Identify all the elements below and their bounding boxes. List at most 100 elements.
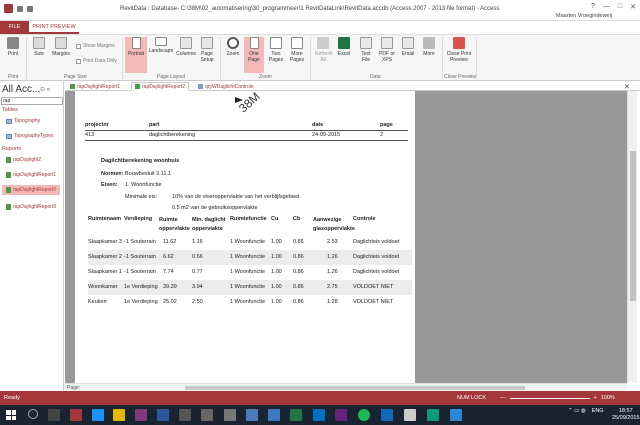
vertical-scrollbar[interactable]	[627, 91, 637, 383]
windows-taskbar: ⌃ ▭ ◍ ENG 18:57 25/09/2015	[0, 405, 640, 425]
maximize-button[interactable]: □	[618, 3, 622, 11]
app-icon[interactable]	[427, 409, 439, 421]
nav-item-topographytypes[interactable]: TopographyTypes	[6, 133, 53, 139]
nav-item-topography[interactable]: Topography	[6, 118, 40, 124]
nav-section-tables[interactable]: Tables	[2, 107, 18, 113]
ribbon-separator	[122, 37, 123, 79]
edge-icon[interactable]	[92, 409, 104, 421]
close-window-button[interactable]: ✕	[630, 3, 636, 11]
more-pages-button[interactable]: More Pages	[287, 37, 307, 73]
zoom-out-button[interactable]: —	[500, 395, 506, 401]
input-language[interactable]: ENG	[592, 408, 604, 414]
landscape-icon	[155, 37, 167, 46]
status-numlock: NUM LOCK	[457, 395, 487, 401]
help-button[interactable]: ?	[591, 3, 595, 11]
nav-item-rapdaylight2[interactable]: rapDaylight2	[6, 157, 41, 163]
page-size-icon	[33, 37, 45, 49]
print-button[interactable]: Print	[4, 37, 22, 73]
zoom-button[interactable]: Zoom	[224, 37, 242, 73]
nav-section-reports[interactable]: Reports	[2, 146, 21, 152]
email-export-button[interactable]: Email	[399, 37, 417, 73]
label-date: date	[312, 122, 324, 128]
app-icon[interactable]	[381, 409, 393, 421]
print-preview-canvas[interactable]: 38M projectnr part date page 413 daglich…	[65, 89, 627, 383]
app-icon[interactable]	[224, 409, 236, 421]
visual-studio-icon[interactable]	[335, 409, 347, 421]
taskbar-clock[interactable]: 18:57 25/09/2015	[612, 408, 640, 422]
file-explorer-icon[interactable]	[113, 409, 125, 421]
zoom-slider[interactable]	[509, 397, 590, 399]
nav-item-rapdaylightreport3[interactable]: rapDaylightReport3	[6, 204, 56, 210]
zoom-level[interactable]: 100%	[601, 395, 615, 401]
zoom-control[interactable]: — + 100%	[500, 395, 615, 401]
nav-search-input[interactable]: rap	[1, 97, 63, 105]
doc-tab-rapdaylightreport2[interactable]: rapDaylightReport2	[131, 82, 190, 91]
onenote-icon[interactable]	[135, 409, 147, 421]
status-bar: Ready NUM LOCK — + 100%	[0, 391, 640, 405]
collapse-pane-icon[interactable]: «	[47, 87, 50, 93]
undo-icon[interactable]	[27, 6, 33, 12]
media-player-icon[interactable]	[179, 409, 191, 421]
report-icon	[135, 84, 140, 89]
app-icon[interactable]	[246, 409, 258, 421]
checkbox-icon	[76, 43, 81, 49]
show-margins-checkbox[interactable]: Show Margins	[76, 43, 115, 49]
portrait-button[interactable]: Portrait	[125, 37, 147, 73]
app-icon[interactable]	[404, 409, 416, 421]
printer-icon	[7, 37, 19, 49]
one-page-button[interactable]: One Page	[244, 37, 264, 73]
tab-file[interactable]: FILE	[0, 21, 29, 34]
task-view-icon[interactable]	[48, 409, 60, 421]
norm-value: Bouwbesluit 3.11.1	[125, 171, 172, 177]
excel-taskbar-icon[interactable]	[290, 409, 302, 421]
chevron-down-icon[interactable]: ⊙	[40, 87, 45, 93]
close-preview-icon	[453, 37, 465, 49]
tab-print-preview[interactable]: PRINT PREVIEW	[29, 21, 79, 34]
print-data-only-checkbox[interactable]: Print Data Only	[76, 58, 117, 64]
spotify-icon[interactable]	[358, 409, 370, 421]
value-projectnr: 413	[85, 132, 95, 138]
doc-tab-qrywdaglichtcontrole[interactable]: qryWDaglichtControle	[195, 82, 257, 91]
size-button[interactable]: Size	[30, 37, 48, 73]
two-pages-button[interactable]: Two Pages	[266, 37, 286, 73]
horizontal-scrollbar-thumb[interactable]	[185, 386, 525, 390]
search-icon[interactable]	[28, 409, 38, 419]
excel-export-button[interactable]: Excel	[335, 37, 353, 73]
margins-button[interactable]: Margins	[50, 37, 72, 73]
app-icon[interactable]	[268, 409, 280, 421]
two-pages-icon	[270, 37, 282, 49]
landscape-button[interactable]: Landscape	[148, 37, 174, 73]
zoom-in-button[interactable]: +	[594, 395, 597, 401]
minimize-button[interactable]: —	[603, 3, 610, 11]
more-export-button[interactable]: More	[420, 37, 438, 73]
nav-pane-header[interactable]: All Acc...	[2, 84, 40, 95]
label-part: part	[149, 122, 160, 128]
app-icon[interactable]	[450, 409, 462, 421]
ribbon-separator	[310, 37, 311, 79]
text-file-export-button[interactable]: Text File	[357, 37, 375, 73]
notification-icons[interactable]: ⌃ ▭ ◍	[568, 408, 586, 414]
report-icon	[6, 187, 11, 193]
refresh-all-button[interactable]: Refresh All	[313, 37, 333, 73]
pdf-xps-export-button[interactable]: PDF or XPS	[377, 37, 397, 73]
user-name[interactable]: Maarten Vroegindeweij	[556, 13, 612, 19]
windows-start-icon[interactable]	[6, 410, 16, 420]
columns-button[interactable]: Columns	[175, 37, 197, 73]
save-icon[interactable]	[17, 6, 23, 12]
nav-item-rapdaylightreport2[interactable]: rapDaylightReport2	[2, 185, 60, 195]
doc-tab-rapdaylightreport1[interactable]: rapDaylightReport1	[67, 82, 123, 91]
access-taskbar-icon[interactable]	[70, 409, 82, 421]
close-print-preview-button[interactable]: Close Print Preview	[445, 37, 473, 73]
close-document-icon[interactable]: ✕	[621, 82, 633, 91]
page-setup-button[interactable]: Page Setup	[198, 37, 216, 73]
outlook-icon[interactable]	[313, 409, 325, 421]
page-setup-icon	[201, 37, 213, 49]
calculator-icon[interactable]	[201, 409, 213, 421]
nav-item-rapdaylightreport1[interactable]: rapDaylightReport1	[6, 172, 56, 178]
scrollbar-thumb[interactable]	[630, 151, 636, 301]
group-label-close-preview: Close Preview	[444, 74, 476, 80]
window-controls: ? — □ ✕	[591, 3, 636, 11]
table-row: Keuken 1e Verdieping 25.02 2.50 1 Woonfuncti…	[88, 299, 394, 305]
word-icon[interactable]	[157, 409, 169, 421]
logo-38m: 38M	[236, 89, 263, 116]
